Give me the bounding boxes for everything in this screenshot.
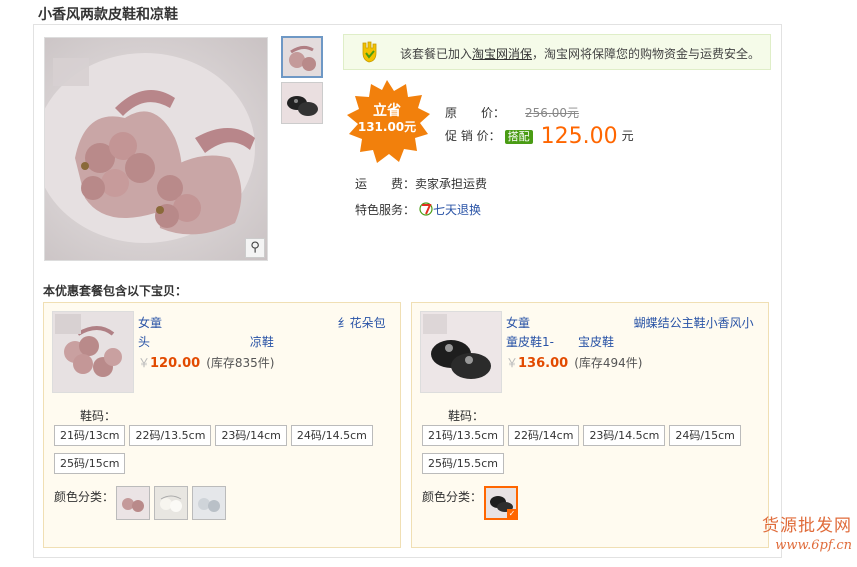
promo-price-label: 促 销 价： xyxy=(445,129,501,143)
color-label: 颜色分类： xyxy=(54,490,115,504)
service-label: 特色服务： xyxy=(355,203,416,217)
color-options: ✓ xyxy=(484,486,522,520)
seven-day-return-icon xyxy=(419,202,433,216)
item-stock: (库存494件) xyxy=(574,356,643,370)
size-option[interactable]: 24码/14.5cm xyxy=(290,425,373,446)
watermark-url: www.6pf.cn xyxy=(775,538,852,553)
main-product-image[interactable]: ⚲ xyxy=(44,37,268,261)
buyer-protection-notice: 该套餐已加入淘宝网消保，淘宝网将保障您的购物资金与运费安全。 xyxy=(343,34,771,70)
selected-check-icon: ✓ xyxy=(507,509,516,518)
item-price-value: 136.00 xyxy=(518,356,569,371)
savings-amount: 131.00元 xyxy=(357,120,417,134)
currency-symbol: ￥ xyxy=(138,356,151,370)
currency-symbol: ￥ xyxy=(506,356,519,370)
size-option[interactable]: 25码/15cm xyxy=(54,453,126,474)
watermark-title: 货源批发网 xyxy=(762,516,852,536)
shipping-row: 运 费：卖家承担运费 xyxy=(355,175,487,192)
bundle-item-price: ￥136.00 (库存494件) xyxy=(506,354,642,371)
original-price-label: 原 价： xyxy=(445,106,506,120)
zoom-icon[interactable]: ⚲ xyxy=(245,238,265,258)
color-swatch-black[interactable]: ✓ xyxy=(484,486,518,520)
thumbnail-black-shoe[interactable] xyxy=(281,82,323,124)
savings-label: 立省 xyxy=(373,103,401,119)
notice-suffix: ，淘宝网将保障您的购物资金与运费安全。 xyxy=(532,47,761,61)
divider xyxy=(33,557,782,558)
size-option[interactable]: 22码/14cm xyxy=(507,425,580,446)
bundle-item-card: 女童 纟花朵包头 凉鞋 ￥120.00 (库存835件) 鞋码： 21码/13cm… xyxy=(43,302,401,548)
item-stock: (库存835件) xyxy=(206,356,275,370)
original-price-value: 256.00元 xyxy=(525,106,580,120)
size-options: 21码/13cm 22码/13.5cm 23码/14cm 24码/14.5cm 25码/… xyxy=(54,425,394,481)
consumer-protection-link[interactable]: 淘宝网消保 xyxy=(472,47,532,61)
color-swatch-silver[interactable] xyxy=(192,486,226,520)
savings-badge: 立省 131.00元 xyxy=(344,78,430,164)
color-label: 颜色分类： xyxy=(422,490,483,504)
service-row: 特色服务： 七天退换 xyxy=(355,201,481,218)
bundle-item-image[interactable] xyxy=(52,311,134,393)
shield-hand-icon xyxy=(362,41,377,63)
bundle-item-price: ￥120.00 (库存835件) xyxy=(138,354,274,371)
promo-price-row: 促 销 价： 搭配 125.00 元 xyxy=(445,124,634,149)
shipping-label: 运 费： xyxy=(355,177,416,191)
bundle-item-image[interactable] xyxy=(420,311,502,393)
size-option[interactable]: 23码/14cm xyxy=(215,425,287,446)
size-option[interactable]: 22码/13.5cm xyxy=(129,425,212,446)
size-option[interactable]: 21码/13.5cm xyxy=(422,425,504,446)
size-option[interactable]: 24码/15cm xyxy=(669,425,741,446)
thumbnail-pink-sandal[interactable] xyxy=(281,36,323,78)
size-option[interactable]: 23码/14.5cm xyxy=(583,425,666,446)
page-title: 小香风两款皮鞋和凉鞋 xyxy=(38,7,178,23)
size-option[interactable]: 25码/15.5cm xyxy=(422,453,504,474)
promo-price-unit: 元 xyxy=(621,129,634,143)
item-price-value: 120.00 xyxy=(150,356,201,371)
size-option[interactable]: 21码/13cm xyxy=(54,425,126,446)
shipping-value: 卖家承担运费 xyxy=(415,177,488,191)
bundle-item-name[interactable]: 女童 蝴蝶结公主鞋小香风小童皮鞋1- 宝皮鞋 xyxy=(506,314,760,352)
bundle-item-card: 女童 蝴蝶结公主鞋小香风小童皮鞋1- 宝皮鞋 ￥136.00 (库存494件) 鞋… xyxy=(411,302,769,548)
bundle-tag: 搭配 xyxy=(504,130,533,144)
seven-day-return-link[interactable]: 七天退换 xyxy=(433,203,481,217)
size-options: 21码/13.5cm 22码/14cm 23码/14.5cm 24码/15cm 25码/… xyxy=(422,425,762,481)
color-swatch-white[interactable] xyxy=(154,486,188,520)
size-label: 鞋码： xyxy=(448,409,485,423)
size-label: 鞋码： xyxy=(80,409,117,423)
original-price-row: 原 价： 256.00元 xyxy=(445,104,579,121)
bundle-item-name[interactable]: 女童 纟花朵包头 凉鞋 xyxy=(138,314,392,352)
notice-prefix: 该套餐已加入 xyxy=(400,47,473,61)
color-swatch-pink[interactable] xyxy=(116,486,150,520)
color-options xyxy=(116,486,230,520)
bundle-section-title: 本优惠套餐包含以下宝贝： xyxy=(43,284,188,298)
promo-price-value: 125.00 xyxy=(540,124,618,149)
watermark: 货源批发网 www.6pf.cn xyxy=(742,511,852,553)
